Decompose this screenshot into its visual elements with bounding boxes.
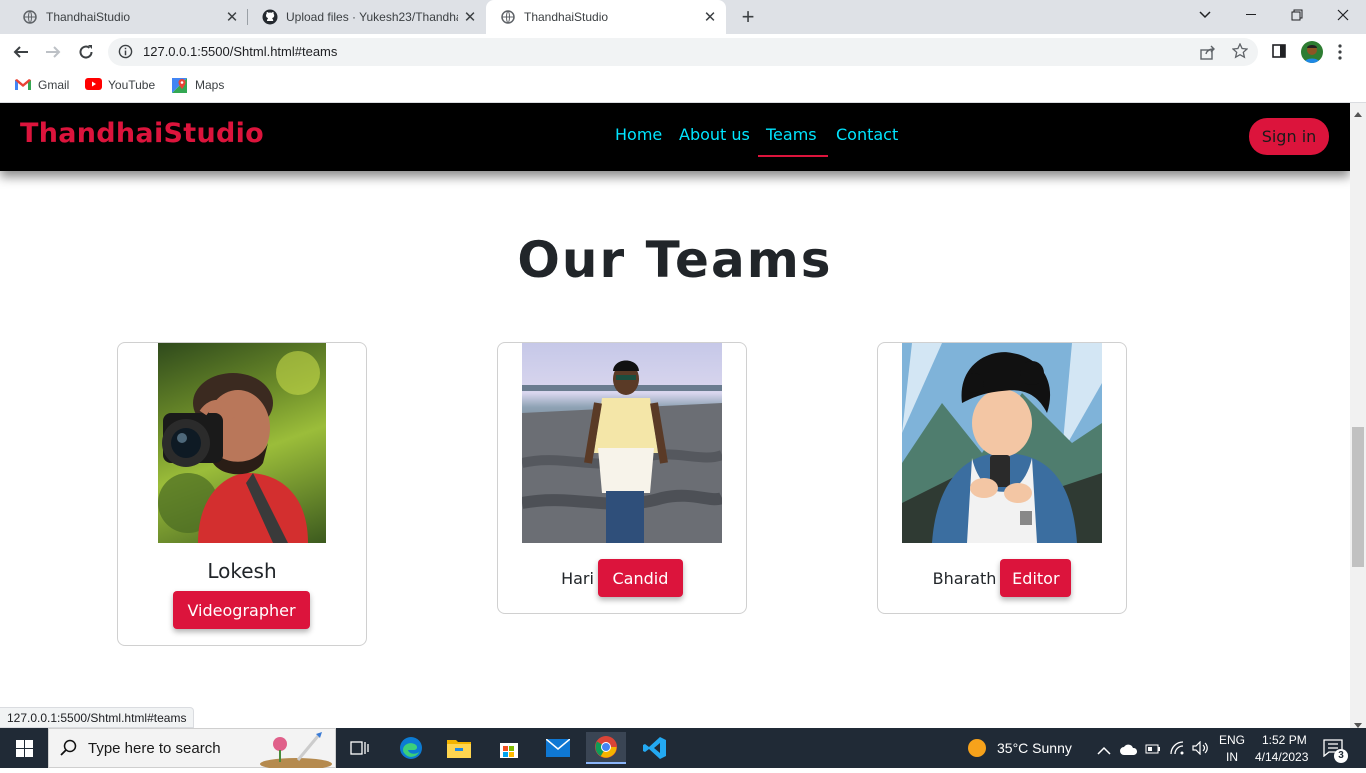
close-tab-icon[interactable]: ✕ [220,8,244,26]
search-highlight-icon [258,730,334,770]
page-scrollbar[interactable] [1350,103,1366,728]
member-photo [158,343,326,543]
section-title: Our Teams [517,231,833,289]
role-button[interactable]: Videographer [173,591,310,629]
mail-icon[interactable] [538,732,578,764]
task-view-icon[interactable] [340,732,380,764]
file-explorer-icon[interactable] [439,732,479,764]
status-bar-url: 127.0.0.1:5500/Shtml.html#teams [0,707,195,728]
chrome-icon[interactable] [586,732,626,764]
nav-link-contact[interactable]: Contact [836,125,898,144]
clock-time[interactable]: 1:52 PM [1262,733,1307,747]
bookmark-youtube[interactable]: YouTube [85,76,155,94]
scrollbar-thumb[interactable] [1352,427,1364,567]
taskbar-search-placeholder[interactable]: Type here to search [88,740,221,757]
close-tab-icon[interactable]: ✕ [458,8,482,26]
role-button[interactable]: Candid [597,559,683,597]
member-name: Lokesh [207,559,277,583]
minimize-icon[interactable] [1228,0,1274,30]
bookmark-label: Maps [195,78,225,92]
back-arrow-icon[interactable] [9,40,33,64]
search-icon [60,739,78,757]
reload-icon[interactable] [74,40,98,64]
role-button[interactable]: Editor [1000,559,1072,597]
team-card: Bharath Editor [877,342,1127,614]
globe-icon [500,9,516,25]
onedrive-cloud-icon[interactable] [1120,742,1138,755]
url-text[interactable]: 127.0.0.1:5500/Shtml.html#teams [143,44,337,59]
tab-title: Upload files · Yukesh23/Thandha [286,10,458,24]
globe-icon [22,9,38,25]
gmail-icon [15,78,31,92]
wifi-icon[interactable] [1169,741,1185,755]
weather-text[interactable]: 35°C Sunny [997,740,1072,756]
nav-link-about[interactable]: About us [679,125,750,144]
nav-link-teams[interactable]: Teams [766,125,817,144]
member-photo [522,343,722,543]
clock-date[interactable]: 4/14/2023 [1255,750,1308,764]
tab-title: ThandhaiStudio [46,10,131,24]
page-viewport: ThandhaiStudio Home About us Teams Conta… [0,103,1350,728]
team-card: Hari Candid [497,342,747,614]
notification-count-badge: 3 [1334,749,1348,763]
language-indicator-top[interactable]: ENG [1219,733,1245,747]
member-name: Hari [561,568,594,588]
language-indicator-bottom[interactable]: IN [1226,750,1238,764]
browser-tab[interactable]: Upload files · Yukesh23/Thandha ✕ [248,0,486,34]
battery-icon[interactable] [1145,742,1161,754]
tab-title: ThandhaiStudio [524,10,609,24]
weather-sun-icon[interactable] [967,738,987,758]
youtube-icon [85,78,102,92]
close-tab-icon[interactable]: ✕ [698,8,722,26]
bookmark-label: YouTube [108,78,156,92]
sign-in-button[interactable]: Sign in [1249,118,1329,155]
tray-chevron-up-icon[interactable] [1097,742,1111,755]
team-card: Lokesh Videographer [117,342,367,646]
edge-browser-icon[interactable] [391,732,431,764]
nav-link-home[interactable]: Home [615,125,662,144]
share-icon[interactable] [1200,44,1216,60]
member-info-row: Hari Candid [498,559,746,597]
browser-tab-active[interactable]: ThandhaiStudio ✕ [486,0,726,34]
restore-icon[interactable] [1274,0,1320,30]
site-info-icon[interactable] [118,44,134,60]
active-nav-indicator [758,155,828,157]
member-name: Bharath [932,568,997,588]
windows-start-icon[interactable] [4,732,44,764]
member-info-row: Bharath Editor [878,559,1126,597]
forward-arrow-icon[interactable] [41,40,65,64]
new-tab-button[interactable]: + [737,4,759,30]
tab-search-chevron-icon[interactable] [1182,0,1228,30]
github-icon [262,9,278,25]
bookmark-star-icon[interactable] [1231,42,1249,59]
member-photo [902,343,1102,543]
scroll-down-arrow-icon[interactable] [1354,716,1362,728]
bookmark-gmail[interactable]: Gmail [15,76,69,94]
close-window-icon[interactable] [1320,0,1366,30]
scroll-up-arrow-icon[interactable] [1354,104,1362,117]
profile-avatar[interactable] [1301,41,1323,63]
browser-tab[interactable]: ThandhaiStudio ✕ [8,0,248,34]
site-navbar: ThandhaiStudio Home About us Teams Conta… [0,103,1350,171]
volume-icon[interactable] [1192,740,1210,756]
more-menu-icon[interactable] [1338,44,1346,60]
site-logo[interactable]: ThandhaiStudio [20,118,264,149]
bookmark-label: Gmail [38,78,70,92]
microsoft-store-icon[interactable] [489,732,529,764]
bookmark-maps[interactable]: Maps [172,76,224,94]
side-panel-icon[interactable] [1272,44,1288,60]
maps-icon [172,78,188,93]
vscode-icon[interactable] [635,732,675,764]
